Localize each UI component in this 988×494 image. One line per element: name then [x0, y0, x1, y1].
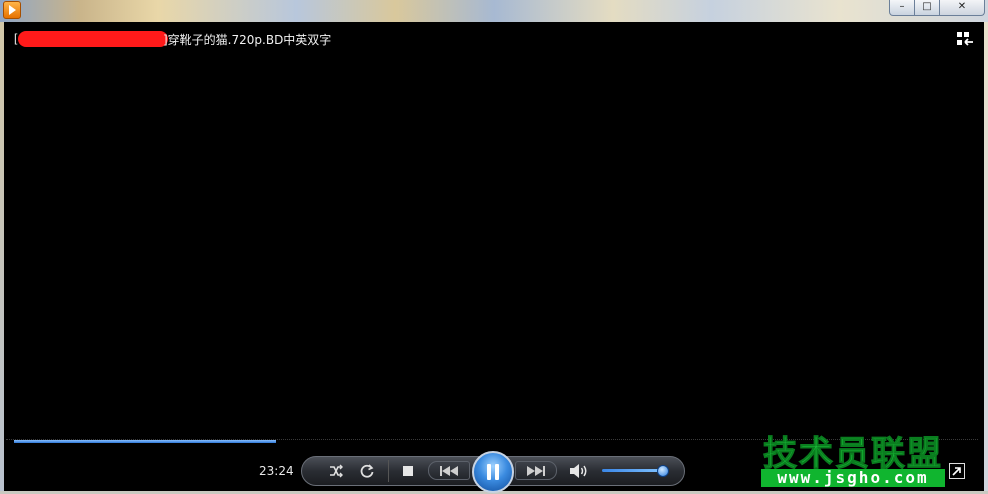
video-area[interactable] — [4, 22, 984, 442]
switch-to-library-icon[interactable] — [956, 31, 974, 47]
seek-bar-progress — [14, 440, 276, 443]
previous-button[interactable] — [428, 461, 470, 480]
repeat-button[interactable] — [358, 462, 376, 480]
window-title-bar[interactable] — [0, 0, 988, 22]
minimize-button[interactable]: – — [889, 0, 915, 16]
next-button[interactable] — [515, 461, 557, 480]
close-button[interactable]: ✕ — [939, 0, 985, 16]
volume-level — [602, 469, 662, 472]
divider — [388, 460, 389, 482]
switch-to-now-playing-button[interactable] — [949, 463, 965, 479]
maximize-button[interactable]: □ — [914, 0, 940, 16]
repeat-icon — [360, 464, 374, 478]
previous-icon — [440, 465, 458, 476]
speaker-icon — [570, 464, 587, 478]
expand-arrow-icon — [952, 467, 961, 476]
watermark-url: www.jsgho.com — [777, 468, 929, 487]
shuffle-icon — [330, 464, 343, 478]
elapsed-time: 23:24 — [259, 464, 294, 478]
stop-button[interactable] — [399, 462, 417, 480]
media-player-app-icon[interactable] — [3, 1, 21, 19]
now-playing-title: ]穿靴子的猫.720p.BD中英双字 — [163, 33, 332, 47]
stop-icon — [403, 466, 413, 476]
next-icon — [527, 465, 545, 476]
pause-icon — [487, 464, 499, 480]
shuffle-button[interactable] — [327, 462, 345, 480]
volume-slider-thumb[interactable] — [657, 465, 669, 477]
redaction-mark — [18, 31, 168, 47]
pause-button[interactable] — [472, 451, 514, 493]
title-prefix: [ — [14, 31, 18, 45]
window-border-right — [984, 22, 988, 494]
mute-button[interactable] — [568, 462, 590, 480]
